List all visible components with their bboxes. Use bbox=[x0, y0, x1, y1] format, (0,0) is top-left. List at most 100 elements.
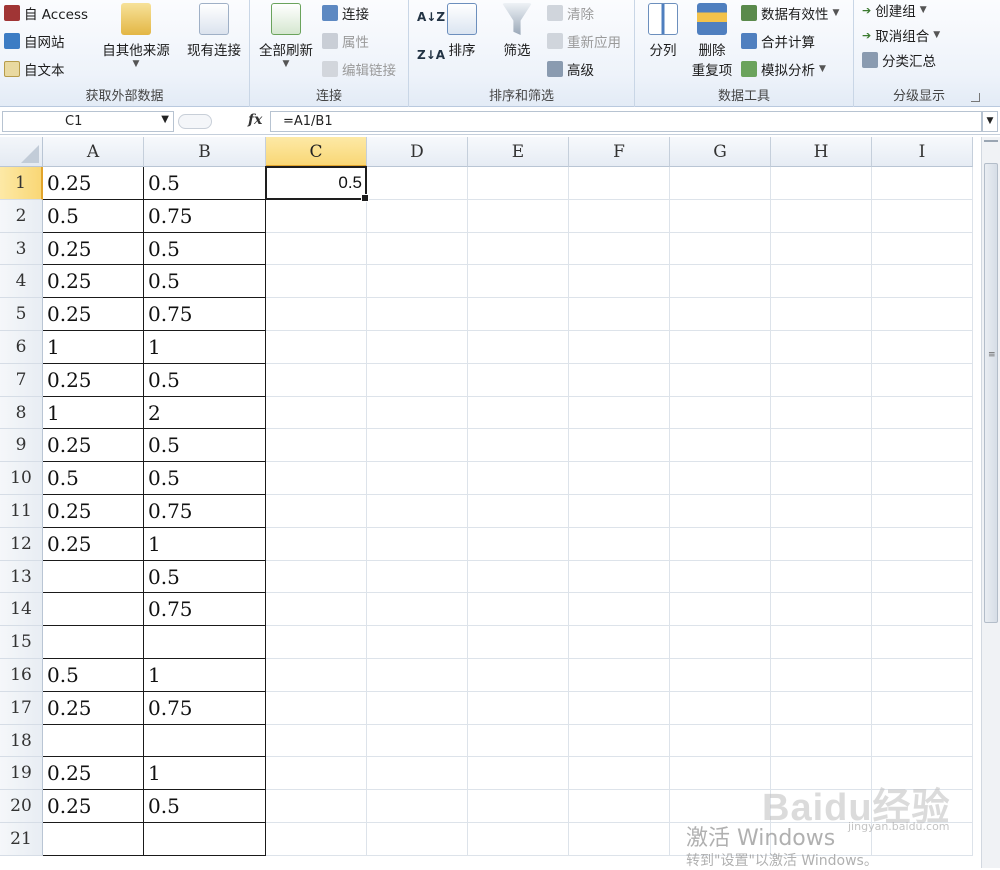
cell-b13[interactable]: 0.5 bbox=[144, 560, 266, 594]
cell-b12[interactable]: 1 bbox=[144, 527, 266, 561]
cell-h1[interactable] bbox=[771, 167, 872, 200]
cell-f17[interactable] bbox=[569, 691, 670, 725]
cell-i10[interactable] bbox=[872, 462, 973, 495]
row-header[interactable]: 3 bbox=[0, 232, 43, 266]
formula-input[interactable]: =A1/B1 bbox=[270, 111, 982, 132]
clear-button[interactable]: 清除 bbox=[547, 3, 594, 23]
cell-i16[interactable] bbox=[872, 659, 973, 692]
cell-g20[interactable] bbox=[670, 790, 771, 823]
refresh-all-button[interactable]: 全部刷新 ▼ bbox=[254, 3, 318, 69]
from-text-button[interactable]: 自文本 bbox=[4, 59, 65, 79]
cell-h14[interactable] bbox=[771, 593, 872, 627]
cell-d2[interactable] bbox=[367, 199, 468, 233]
cell-g7[interactable] bbox=[670, 363, 771, 397]
cell-d21[interactable] bbox=[367, 823, 468, 856]
cell-b5[interactable]: 0.75 bbox=[144, 298, 266, 331]
cell-c18[interactable] bbox=[266, 724, 367, 758]
cell-b1[interactable]: 0.5 bbox=[144, 167, 266, 200]
cell-h15[interactable] bbox=[771, 626, 872, 659]
cell-e12[interactable] bbox=[468, 527, 569, 561]
cell-i13[interactable] bbox=[872, 560, 973, 594]
cell-e21[interactable] bbox=[468, 823, 569, 856]
cell-c20[interactable] bbox=[266, 790, 367, 823]
cell-i3[interactable] bbox=[872, 232, 973, 266]
expand-formula-bar-button[interactable]: ▼ bbox=[982, 111, 998, 132]
from-other-sources-button[interactable]: 自其他来源 ▼ bbox=[98, 3, 174, 69]
group-button[interactable]: ➔ 创建组 ▼ bbox=[862, 0, 927, 21]
cell-b21[interactable] bbox=[144, 823, 266, 856]
cell-e20[interactable] bbox=[468, 790, 569, 823]
cell-b9[interactable]: 0.5 bbox=[144, 429, 266, 463]
vertical-scrollbar[interactable]: ≡ bbox=[981, 137, 1000, 868]
cell-b15[interactable] bbox=[144, 626, 266, 659]
cell-d6[interactable] bbox=[367, 331, 468, 364]
cell-g19[interactable] bbox=[670, 757, 771, 791]
row-header[interactable]: 17 bbox=[0, 691, 43, 725]
row-header[interactable]: 13 bbox=[0, 560, 43, 594]
cell-b17[interactable]: 0.75 bbox=[144, 691, 266, 725]
cell-f15[interactable] bbox=[569, 626, 670, 659]
cell-f21[interactable] bbox=[569, 823, 670, 856]
cell-f4[interactable] bbox=[569, 265, 670, 299]
row-header[interactable]: 4 bbox=[0, 265, 43, 299]
cell-h5[interactable] bbox=[771, 298, 872, 331]
scroll-thumb[interactable]: ≡ bbox=[984, 163, 998, 623]
row-header[interactable]: 6 bbox=[0, 331, 43, 364]
cell-h6[interactable] bbox=[771, 331, 872, 364]
cell-i9[interactable] bbox=[872, 429, 973, 463]
cell-b10[interactable]: 0.5 bbox=[144, 462, 266, 495]
row-header[interactable]: 8 bbox=[0, 396, 43, 430]
row-header[interactable]: 20 bbox=[0, 790, 43, 823]
cell-f9[interactable] bbox=[569, 429, 670, 463]
cell-d20[interactable] bbox=[367, 790, 468, 823]
cell-i6[interactable] bbox=[872, 331, 973, 364]
cell-g8[interactable] bbox=[670, 396, 771, 430]
cell-c5[interactable] bbox=[266, 298, 367, 331]
cell-g15[interactable] bbox=[670, 626, 771, 659]
cell-g6[interactable] bbox=[670, 331, 771, 364]
properties-button[interactable]: 属性 bbox=[322, 31, 369, 51]
cell-i7[interactable] bbox=[872, 363, 973, 397]
cell-f11[interactable] bbox=[569, 495, 670, 528]
row-header[interactable]: 19 bbox=[0, 757, 43, 791]
cell-h2[interactable] bbox=[771, 199, 872, 233]
cell-d10[interactable] bbox=[367, 462, 468, 495]
cell-e4[interactable] bbox=[468, 265, 569, 299]
column-header-h[interactable]: H bbox=[771, 137, 872, 167]
cell-h18[interactable] bbox=[771, 724, 872, 758]
cell-i1[interactable] bbox=[872, 167, 973, 200]
sort-descending-button[interactable]: Z↓A bbox=[417, 48, 445, 62]
cell-b18[interactable] bbox=[144, 724, 266, 758]
cell-g17[interactable] bbox=[670, 691, 771, 725]
name-box[interactable]: C1 ▼ bbox=[2, 111, 174, 132]
cell-e9[interactable] bbox=[468, 429, 569, 463]
cell-c6[interactable] bbox=[266, 331, 367, 364]
cell-f2[interactable] bbox=[569, 199, 670, 233]
cell-c4[interactable] bbox=[266, 265, 367, 299]
cell-g3[interactable] bbox=[670, 232, 771, 266]
cell-g5[interactable] bbox=[670, 298, 771, 331]
cell-d16[interactable] bbox=[367, 659, 468, 692]
cell-a16[interactable]: 0.5 bbox=[43, 659, 144, 692]
cell-a5[interactable]: 0.25 bbox=[43, 298, 144, 331]
cell-c17[interactable] bbox=[266, 691, 367, 725]
from-web-button[interactable]: 自网站 bbox=[4, 31, 65, 51]
cell-f14[interactable] bbox=[569, 593, 670, 627]
cell-c2[interactable] bbox=[266, 199, 367, 233]
cell-a13[interactable] bbox=[43, 560, 144, 594]
column-header-c[interactable]: C bbox=[266, 137, 367, 167]
sort-ascending-button[interactable]: A↓Z bbox=[417, 10, 445, 24]
cell-h13[interactable] bbox=[771, 560, 872, 594]
cell-c10[interactable] bbox=[266, 462, 367, 495]
cell-a14[interactable] bbox=[43, 593, 144, 627]
cell-d13[interactable] bbox=[367, 560, 468, 594]
dialog-launcher-icon[interactable] bbox=[971, 93, 980, 102]
cell-i15[interactable] bbox=[872, 626, 973, 659]
cell-f5[interactable] bbox=[569, 298, 670, 331]
cell-f10[interactable] bbox=[569, 462, 670, 495]
cell-h12[interactable] bbox=[771, 527, 872, 561]
cell-f8[interactable] bbox=[569, 396, 670, 430]
cell-b8[interactable]: 2 bbox=[144, 396, 266, 430]
cell-a11[interactable]: 0.25 bbox=[43, 495, 144, 528]
reapply-button[interactable]: 重新应用 bbox=[547, 31, 621, 51]
